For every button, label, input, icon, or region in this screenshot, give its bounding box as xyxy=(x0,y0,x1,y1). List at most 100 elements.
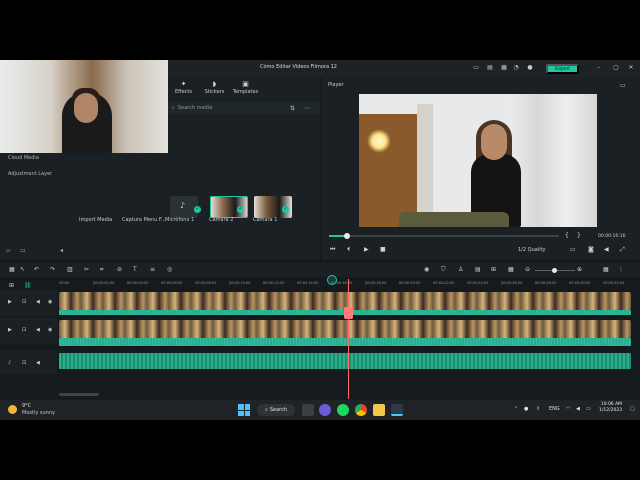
account-icon[interactable]: ● xyxy=(526,64,534,72)
effects-icon: ✦ xyxy=(180,80,187,88)
add-track-icon[interactable]: ⊞ xyxy=(9,282,14,289)
tab-templates[interactable]: ▣ Templates xyxy=(230,77,261,99)
fullscreen-icon[interactable]: ⤢ xyxy=(620,246,625,254)
window-title: Cómo Editar Videos Filmora 12 xyxy=(260,64,337,70)
folder-icon[interactable]: ▱ xyxy=(6,247,11,254)
playhead-handle[interactable] xyxy=(344,307,353,319)
grid-icon[interactable]: ▦ xyxy=(9,266,15,273)
split-icon[interactable]: ✂ xyxy=(84,266,89,273)
wifi-icon[interactable]: ◠ xyxy=(566,406,570,412)
delete-icon[interactable]: ▥ xyxy=(67,266,73,273)
media-item-captura[interactable] xyxy=(124,196,160,218)
layout-grid-icon[interactable]: ▦ xyxy=(603,266,609,273)
headset-icon[interactable]: ◔ xyxy=(512,64,520,72)
maximize-icon[interactable]: ▢ xyxy=(612,64,620,72)
stop-icon[interactable]: ■ xyxy=(380,246,386,253)
snap-icon[interactable]: ▦ xyxy=(508,266,514,273)
weather-icon xyxy=(8,405,17,414)
audio-icon[interactable]: ◀ xyxy=(36,360,40,366)
taskbar-search[interactable]: ⌕ Search xyxy=(257,404,295,416)
snapshot-icon[interactable]: ◙ xyxy=(588,246,594,253)
sidebar-item-adjustment-layer[interactable]: Adjustment Layer xyxy=(8,171,52,177)
export-button[interactable]: Export xyxy=(546,64,579,74)
playback-scrubber[interactable] xyxy=(329,233,559,239)
speed-icon[interactable]: ◎ xyxy=(167,266,172,273)
mark-in-icon[interactable]: { xyxy=(565,232,569,239)
mark-out-icon[interactable]: } xyxy=(577,232,581,239)
audio-icon[interactable]: ◀ xyxy=(36,327,40,333)
new-folder-icon[interactable]: ▭ xyxy=(20,247,26,254)
scene-door xyxy=(359,114,419,227)
crop-icon[interactable]: ⌗ xyxy=(100,266,103,274)
start-icon[interactable] xyxy=(238,404,250,416)
zoom-slider-handle[interactable] xyxy=(552,268,557,273)
player-settings-icon[interactable]: ▭ xyxy=(620,82,626,89)
lock-icon[interactable]: ⊡ xyxy=(22,327,26,333)
play-icon[interactable]: ▶ xyxy=(364,246,369,253)
search-icon: ⌕ xyxy=(172,105,175,111)
text-icon[interactable]: T xyxy=(133,266,137,273)
player-panel: Player ▭ xyxy=(322,77,640,260)
tray-usb-icon[interactable]: ⇪ xyxy=(536,406,540,412)
link-icon[interactable]: ⛓ xyxy=(24,282,32,289)
file-explorer-icon[interactable] xyxy=(373,404,385,416)
video-preview[interactable] xyxy=(359,94,597,227)
step-back-icon[interactable]: ⏮ xyxy=(330,246,335,254)
audio-clip-microfono[interactable] xyxy=(59,353,631,369)
transform-icon[interactable]: ⊞ xyxy=(491,266,496,273)
adjust-icon[interactable]: ≡ xyxy=(150,266,155,273)
lock-icon[interactable]: ⊡ xyxy=(22,299,26,305)
render-icon[interactable]: ◉ xyxy=(424,266,429,273)
quality-dropdown[interactable]: 1/2 Quality xyxy=(518,247,546,253)
language-indicator[interactable]: ENG xyxy=(549,406,560,412)
tag-icon[interactable]: ⊘ xyxy=(117,266,122,273)
zoom-out-icon[interactable]: ⊖ xyxy=(525,266,530,273)
eye-icon[interactable]: ◉ xyxy=(48,299,52,305)
ruler-tick-label: 00:00:22:00 xyxy=(433,281,455,285)
audio-waveform[interactable] xyxy=(59,338,631,346)
spotify-icon[interactable] xyxy=(337,404,349,416)
filmora-app-icon[interactable] xyxy=(391,404,403,416)
minimize-icon[interactable]: – xyxy=(595,64,603,72)
redo-icon[interactable]: ↷ xyxy=(50,266,55,273)
task-view-icon[interactable] xyxy=(302,404,314,416)
search-input[interactable]: ⌕ Search media ⇅ ⋯ xyxy=(168,102,320,114)
notification-icon[interactable]: ▢ xyxy=(630,406,635,412)
volume-icon[interactable]: ◀ xyxy=(604,246,609,253)
pointer-icon[interactable]: ↖ xyxy=(20,266,25,273)
frame-back-icon[interactable]: ⏴ xyxy=(347,246,350,254)
tray-chevron-icon[interactable]: ⌃ xyxy=(514,406,518,412)
tab-effects[interactable]: ✦ Effects xyxy=(168,77,199,99)
tray-app-icon[interactable]: ● xyxy=(524,406,528,412)
import-media-tile[interactable] xyxy=(78,196,114,218)
chat-icon[interactable] xyxy=(319,404,331,416)
mixer-icon[interactable]: ▤ xyxy=(475,266,481,273)
collapse-icon[interactable]: ◂ xyxy=(60,247,63,254)
audio-icon[interactable]: ◀ xyxy=(36,299,40,305)
microphone-icon[interactable]: ♙ xyxy=(458,266,463,273)
undo-icon[interactable]: ↶ xyxy=(34,266,39,273)
more-options-icon[interactable]: ⋮ xyxy=(618,266,624,273)
display-icon[interactable]: ▭ xyxy=(570,246,576,253)
shield-icon[interactable]: ⛉ xyxy=(441,266,446,274)
eye-icon[interactable]: ◉ xyxy=(48,327,52,333)
layout-icon[interactable]: ▭ xyxy=(472,64,480,72)
gift-icon[interactable]: ▦ xyxy=(500,64,508,72)
sidebar-item-cloud-media[interactable]: Cloud Media xyxy=(8,155,39,161)
speaker-icon[interactable]: ◀ xyxy=(576,406,580,412)
chrome-icon[interactable] xyxy=(355,404,367,416)
taskbar-clock[interactable]: 10:06 AM 1/12/2023 xyxy=(599,402,622,414)
ruler-tick-label: 00:00:12:00 xyxy=(263,281,285,285)
battery-icon[interactable]: ▭ xyxy=(586,406,591,412)
playhead[interactable] xyxy=(348,279,349,399)
timeline-scrollbar[interactable] xyxy=(59,393,99,396)
lock-icon[interactable]: ⊡ xyxy=(22,360,26,366)
filter-icon[interactable]: ⇅ xyxy=(290,105,295,112)
video-clip-camara-1[interactable] xyxy=(59,320,631,338)
marker-icon[interactable] xyxy=(327,275,337,285)
more-icon[interactable]: ⋯ xyxy=(304,105,310,112)
close-icon[interactable]: ✕ xyxy=(627,64,635,72)
save-icon[interactable]: ▤ xyxy=(486,64,494,72)
tab-stickers[interactable]: ◗ Stickers xyxy=(199,77,230,99)
zoom-in-icon[interactable]: ⊕ xyxy=(577,266,582,273)
